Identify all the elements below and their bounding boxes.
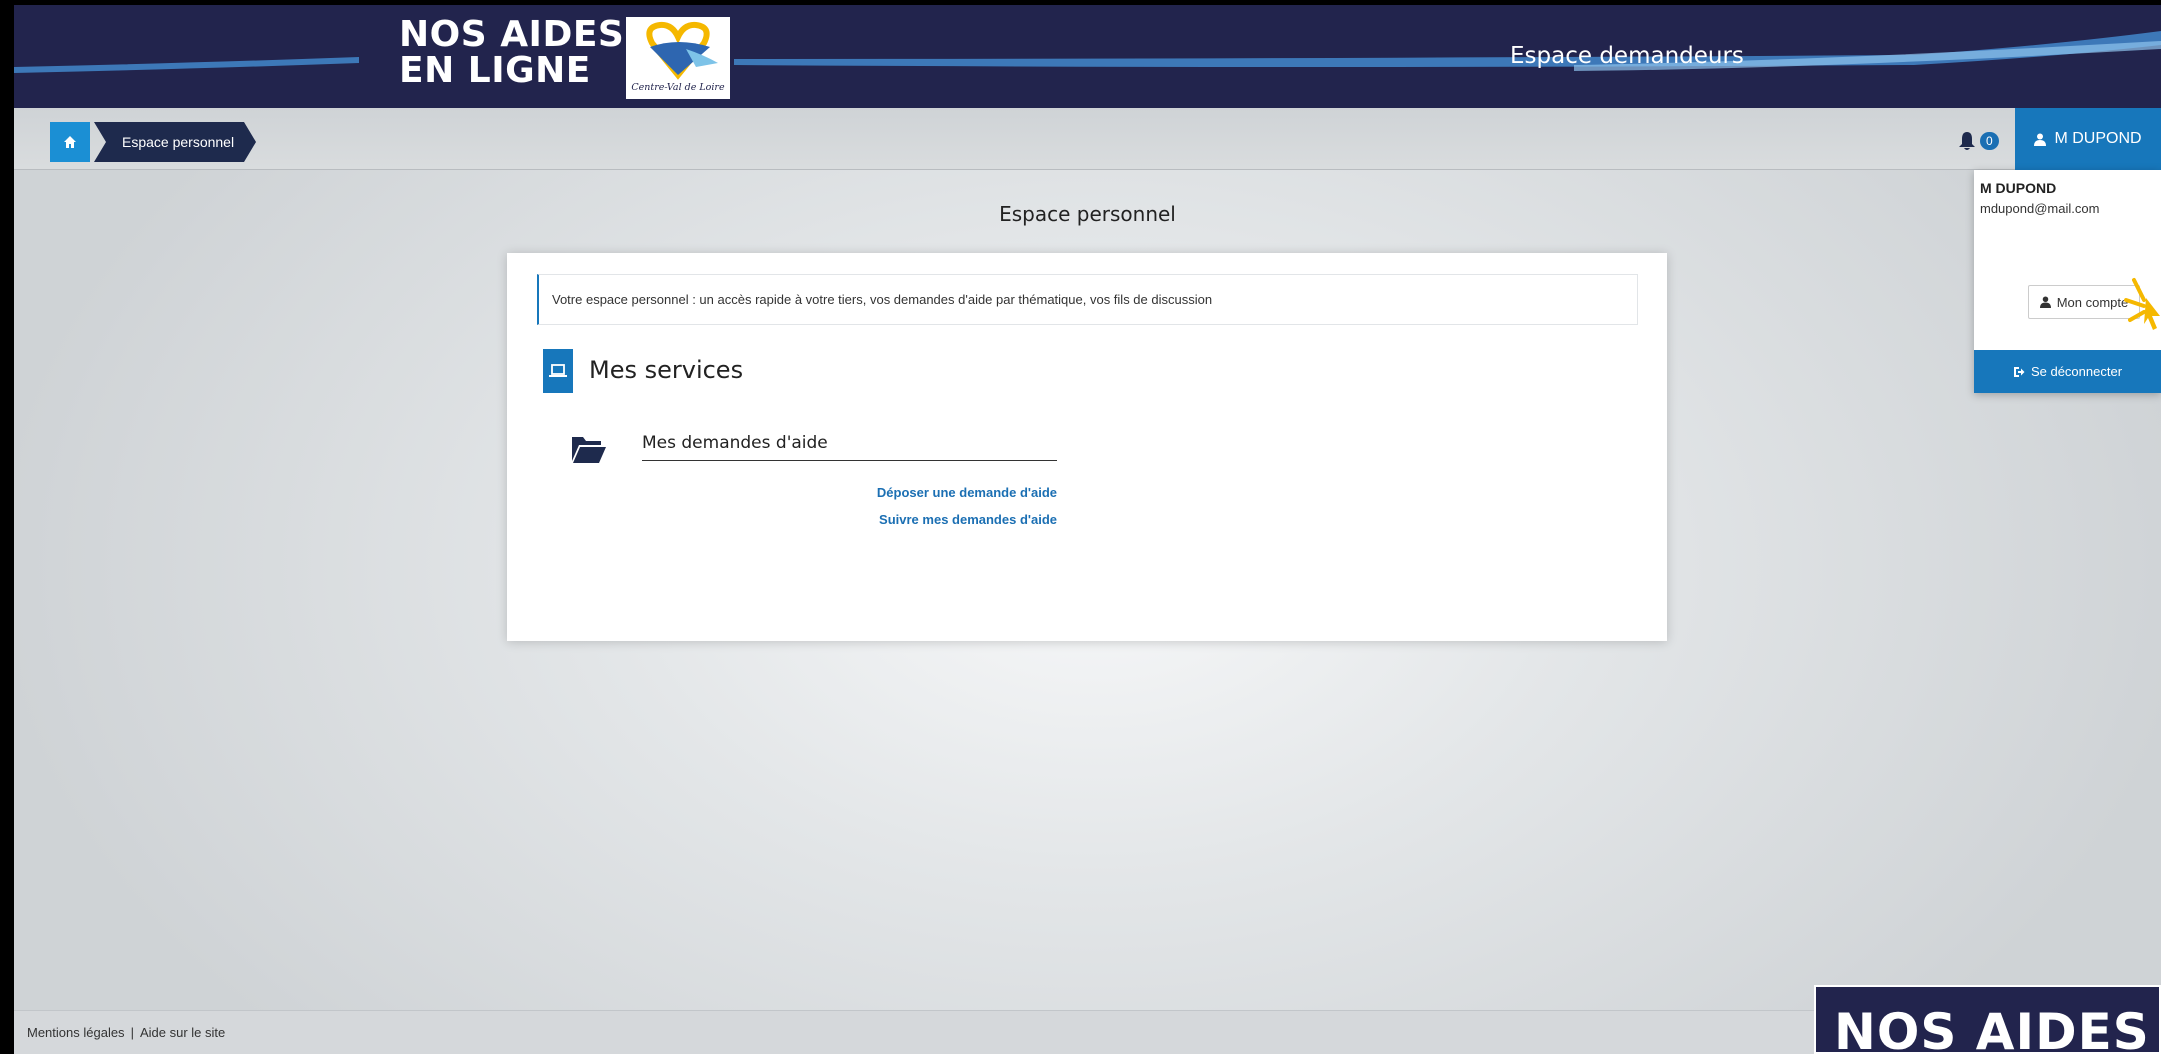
logo-line-2: EN LIGNE	[399, 50, 591, 91]
site-help-link[interactable]: Aide sur le site	[140, 1025, 225, 1040]
logout-button[interactable]: Se déconnecter	[1974, 350, 2161, 393]
user-menu-label: M DUPOND	[2054, 130, 2142, 147]
header-title: Espace demandeurs	[1510, 43, 1744, 69]
track-aid-requests-link[interactable]: Suivre mes demandes d'aide	[879, 512, 1057, 527]
aid-requests-title: Mes demandes d'aide	[642, 433, 1057, 461]
click-highlight-icon	[2124, 278, 2160, 330]
logout-label: Se déconnecter	[2030, 364, 2123, 379]
user-menu-button[interactable]: M DUPOND	[2015, 108, 2161, 170]
site-header: NOS AIDES EN LIGNE Centre-Val de Loire E…	[14, 5, 2161, 108]
header-swoosh	[14, 31, 2161, 73]
submit-aid-request-link[interactable]: Déposer une demande d'aide	[877, 485, 1057, 500]
region-caption: Centre-Val de Loire	[631, 82, 725, 93]
site-logo[interactable]: NOS AIDES EN LIGNE	[399, 17, 634, 89]
region-logo: Centre-Val de Loire	[624, 15, 732, 101]
top-navigation-bar: Espace personnel 0 M DUPOND	[14, 108, 2161, 170]
personal-space-panel: Votre espace personnel : un accès rapide…	[507, 253, 1667, 641]
corner-logo-overlay: NOS AIDES	[1814, 985, 2161, 1054]
laptop-icon	[543, 349, 573, 393]
logo-line-1: NOS AIDES	[399, 14, 625, 55]
legal-notice-link[interactable]: Mentions légales	[27, 1025, 125, 1040]
page-title: Espace personnel	[999, 202, 1176, 226]
notifications-button[interactable]: 0	[1958, 126, 1999, 156]
breadcrumb-home[interactable]	[50, 122, 90, 162]
my-account-label: Mon compte	[2056, 294, 2129, 310]
user-icon	[2034, 133, 2047, 146]
user-icon	[2039, 296, 2051, 308]
dropdown-user-name: M DUPOND	[1980, 180, 2057, 196]
home-icon	[64, 136, 76, 148]
bell-icon	[1959, 132, 1975, 150]
intro-notice: Votre espace personnel : un accès rapide…	[537, 274, 1638, 325]
folder-open-icon	[572, 437, 606, 463]
breadcrumb-item-espace-personnel[interactable]: Espace personnel	[94, 122, 256, 162]
notification-count-badge: 0	[1980, 132, 1999, 150]
sign-out-icon	[2013, 366, 2025, 377]
heart-icon	[646, 21, 718, 80]
footer-separator: |	[130, 1025, 134, 1040]
app-window: NOS AIDES EN LIGNE Centre-Val de Loire E…	[14, 5, 2161, 1054]
screenshot-frame: NOS AIDES EN LIGNE Centre-Val de Loire E…	[0, 0, 2161, 1054]
services-title: Mes services	[589, 356, 744, 384]
